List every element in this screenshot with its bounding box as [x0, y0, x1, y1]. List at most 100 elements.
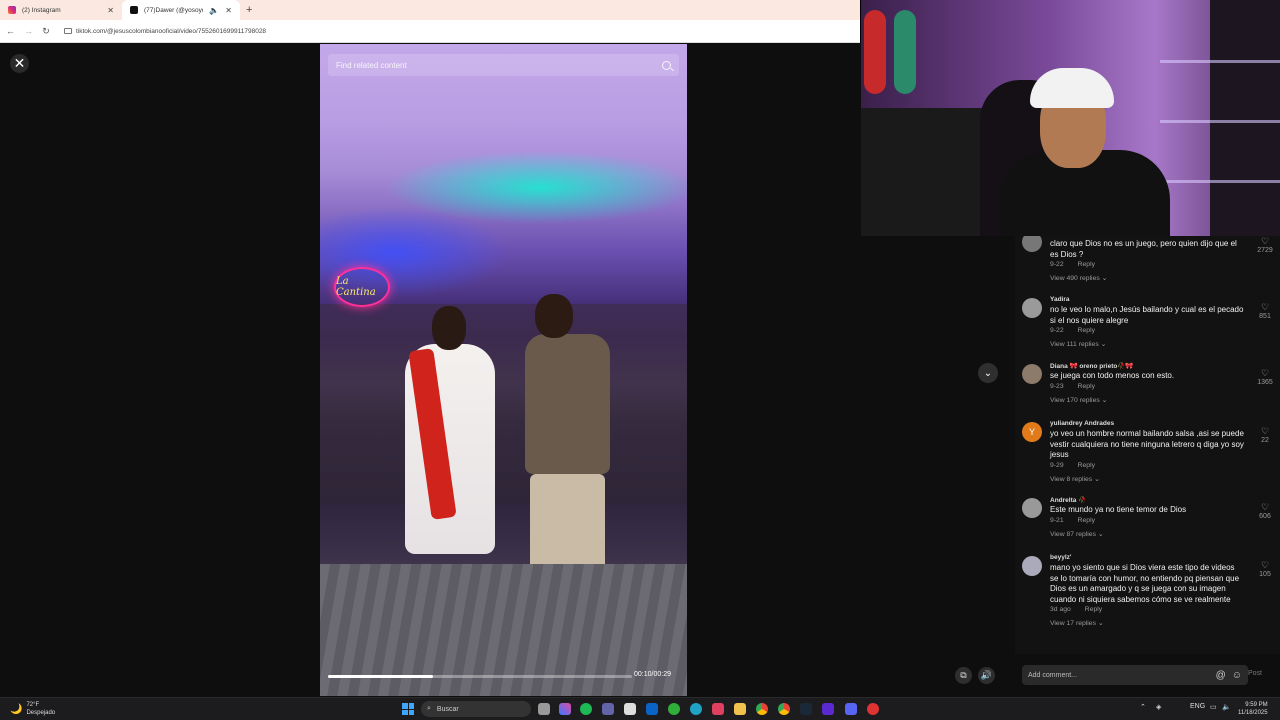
- like-button[interactable]: ♡ 1365: [1250, 368, 1280, 388]
- like-button[interactable]: ♡ 851: [1250, 302, 1280, 322]
- view-replies-button[interactable]: View 17 replies ⌄: [1050, 619, 1104, 627]
- close-video-button[interactable]: ✕: [10, 54, 29, 73]
- discord-icon[interactable]: [845, 703, 857, 715]
- comment-input[interactable]: Add comment... @ ☺: [1022, 665, 1248, 685]
- folder-icon[interactable]: [734, 703, 746, 715]
- comment-username[interactable]: Pablo Unico: [1050, 236, 1088, 237]
- avatar[interactable]: [1022, 556, 1042, 576]
- heart-icon[interactable]: ♡: [1250, 302, 1280, 312]
- comment-username[interactable]: yuliandrey Andrades: [1050, 420, 1114, 427]
- video-dancer-body: [525, 334, 610, 474]
- comment-meta: 9-21 Reply: [1050, 517, 1095, 524]
- comment-text: mano yo siento que si Dios viera este ti…: [1050, 563, 1240, 604]
- back-icon[interactable]: ←: [6, 26, 15, 36]
- related-content-search[interactable]: Find related content: [328, 54, 679, 76]
- view-replies-button[interactable]: View 87 replies ⌄: [1050, 530, 1104, 538]
- reply-button[interactable]: Reply: [1078, 517, 1095, 524]
- like-count: 22: [1261, 437, 1269, 444]
- chrome-active-icon[interactable]: [778, 703, 790, 715]
- volume-icon[interactable]: 🔊: [978, 667, 995, 684]
- tab-tiktok[interactable]: (77)Dawer (@yosoydawer) 🔈 ✕: [122, 0, 240, 20]
- avatar[interactable]: [1022, 498, 1042, 518]
- volume-tray-icon[interactable]: 🔈: [1222, 703, 1231, 711]
- heart-icon[interactable]: ♡: [1250, 236, 1280, 246]
- music-icon[interactable]: [712, 703, 724, 715]
- store-icon[interactable]: [624, 703, 636, 715]
- mini-player-icon[interactable]: ⧉: [955, 667, 972, 684]
- avatar[interactable]: [1022, 364, 1042, 384]
- steam-icon[interactable]: [800, 703, 812, 715]
- comment-username[interactable]: Andrelta 🥀: [1050, 496, 1086, 504]
- teams-icon[interactable]: [602, 703, 614, 715]
- task-view-icon[interactable]: [538, 703, 550, 715]
- stream-app-icon[interactable]: [822, 703, 834, 715]
- view-replies-button[interactable]: View 8 replies ⌄: [1050, 475, 1100, 483]
- forward-icon[interactable]: →: [24, 26, 33, 36]
- video-player[interactable]: La Cantina Find related content 00:10/00…: [320, 44, 687, 696]
- clock[interactable]: 9:59 PM 11/18/2025: [1238, 701, 1268, 717]
- speaker-icon[interactable]: 🔈: [209, 6, 219, 15]
- video-progress-bar[interactable]: [328, 675, 632, 678]
- heart-icon[interactable]: ♡: [1250, 426, 1280, 436]
- comment-text: claro que Dios no es un juego, pero quie…: [1050, 239, 1237, 259]
- avatar[interactable]: Y: [1022, 422, 1042, 442]
- comment-username[interactable]: beyylz': [1050, 554, 1071, 561]
- view-replies-button[interactable]: View 490 replies ⌄: [1050, 274, 1107, 282]
- tray-chevron-icon[interactable]: ⌃: [1140, 703, 1146, 711]
- taskbar-search[interactable]: ⌕ Buscar: [421, 701, 531, 717]
- record-icon[interactable]: [867, 703, 879, 715]
- reply-button[interactable]: Reply: [1085, 606, 1102, 613]
- lang-indicator[interactable]: ENG: [1190, 703, 1205, 710]
- like-button[interactable]: ♡ 606: [1250, 502, 1280, 522]
- emoji-icon[interactable]: ☺: [1232, 670, 1242, 681]
- post-button[interactable]: Post: [1248, 670, 1262, 677]
- heart-icon[interactable]: ♡: [1250, 368, 1280, 378]
- like-button[interactable]: ♡ 105: [1250, 560, 1280, 580]
- like-count: 1365: [1257, 379, 1273, 386]
- close-tab-icon[interactable]: ✕: [225, 6, 232, 15]
- mention-icon[interactable]: @: [1216, 670, 1226, 681]
- screen: (2) Instagram ✕ (77)Dawer (@yosoydawer) …: [0, 0, 1280, 720]
- new-tab-button[interactable]: +: [246, 4, 252, 16]
- spotify-icon[interactable]: [580, 703, 592, 715]
- like-button[interactable]: ♡ 2729: [1250, 236, 1280, 256]
- reply-button[interactable]: Reply: [1078, 327, 1095, 334]
- xbox-icon[interactable]: [668, 703, 680, 715]
- avatar[interactable]: [1022, 236, 1042, 252]
- weather-widget[interactable]: 🌙 72°F Despejado: [10, 701, 55, 717]
- copilot-icon[interactable]: [559, 703, 571, 715]
- clock-date: 11/18/2025: [1238, 710, 1268, 716]
- heart-icon[interactable]: ♡: [1250, 560, 1280, 570]
- network-icon[interactable]: ▭: [1210, 703, 1217, 711]
- outlook-icon[interactable]: [646, 703, 658, 715]
- avatar[interactable]: [1022, 298, 1042, 318]
- search-icon[interactable]: [662, 60, 671, 70]
- comment-meta: 9-29 Reply: [1050, 462, 1095, 469]
- comment-date: 9-29: [1050, 461, 1064, 469]
- neon-sign: La Cantina: [334, 267, 390, 307]
- start-menu-icon[interactable]: [402, 703, 414, 715]
- site-info-icon[interactable]: [64, 28, 72, 34]
- weather-moon-icon: 🌙: [10, 703, 23, 715]
- reply-button[interactable]: Reply: [1078, 462, 1095, 469]
- tab-instagram[interactable]: (2) Instagram ✕: [0, 0, 122, 20]
- comment-placeholder: Add comment...: [1028, 671, 1078, 679]
- comment-username[interactable]: Yadira: [1050, 296, 1070, 303]
- reply-button[interactable]: Reply: [1078, 261, 1095, 268]
- reload-icon[interactable]: ↻: [42, 26, 50, 37]
- next-video-button[interactable]: ⌄: [978, 363, 998, 383]
- comment-username[interactable]: Diana 🎀 oreno prieto🥀🎀: [1050, 362, 1134, 370]
- comment-date: 9-22: [1050, 261, 1064, 268]
- view-replies-button[interactable]: View 111 replies ⌄: [1050, 340, 1106, 348]
- edge-icon[interactable]: [690, 703, 702, 715]
- heart-icon[interactable]: ♡: [1250, 502, 1280, 512]
- reply-button[interactable]: Reply: [1078, 383, 1095, 390]
- like-button[interactable]: ♡ 22: [1250, 426, 1280, 446]
- view-replies-button[interactable]: View 170 replies ⌄: [1050, 396, 1107, 404]
- url-field[interactable]: tiktok.com/@jesuscolombianooficial/video…: [64, 28, 266, 35]
- comment-meta: 9-23 Reply: [1050, 383, 1095, 390]
- tray-apps-icon[interactable]: ◈: [1156, 703, 1161, 711]
- chrome-icon[interactable]: [756, 703, 768, 715]
- close-tab-icon[interactable]: ✕: [107, 6, 114, 15]
- tab-label: (77)Dawer (@yosoydawer): [144, 6, 203, 14]
